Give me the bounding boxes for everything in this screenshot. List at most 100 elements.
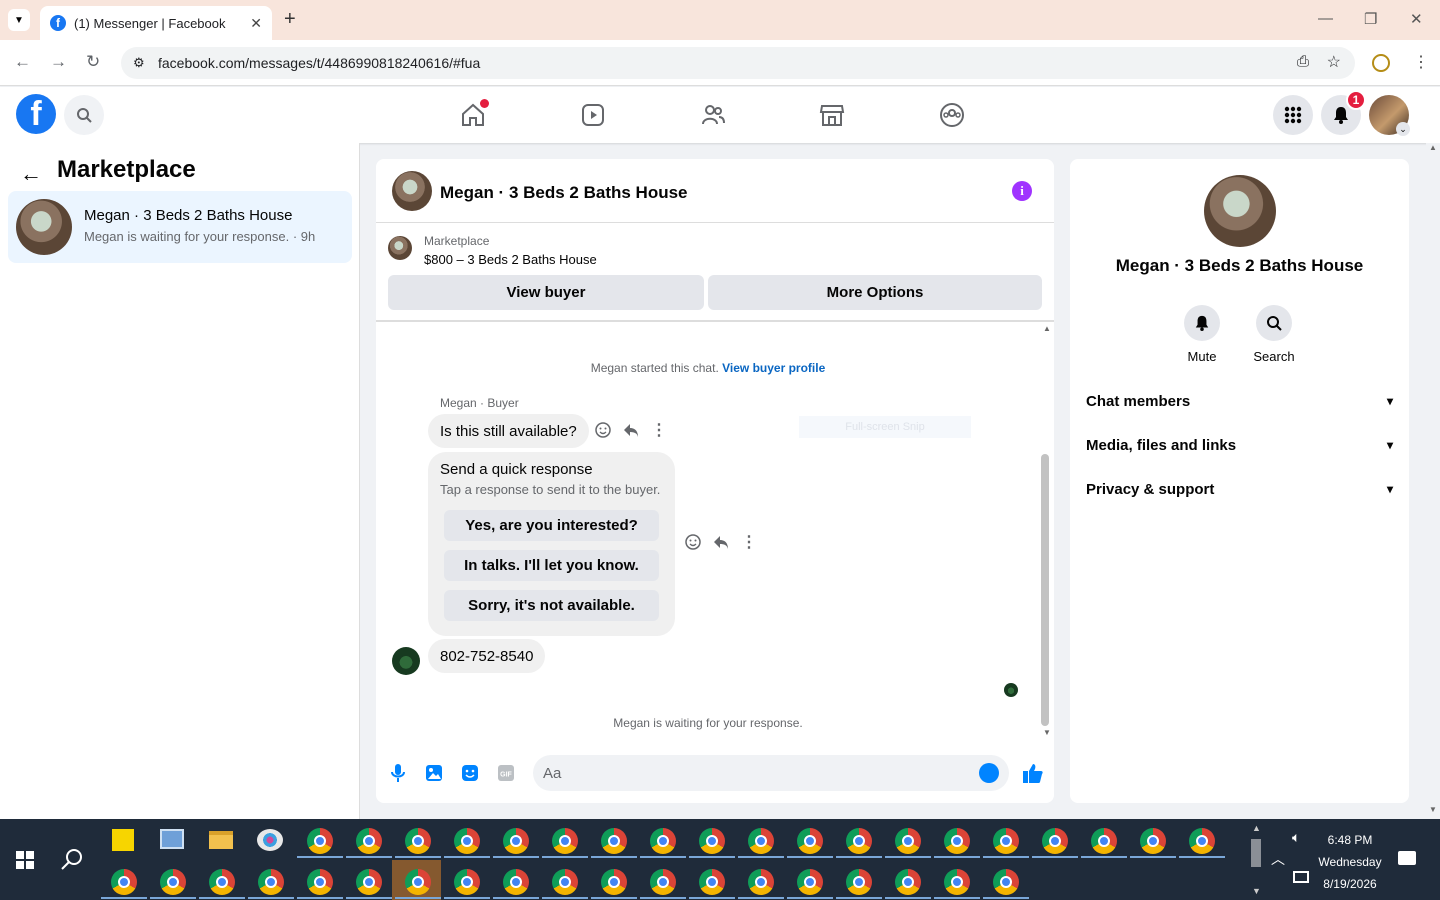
chrome-window-icon[interactable]: [650, 869, 676, 895]
more-icon[interactable]: ⋮: [741, 534, 757, 551]
chrome-window-icon[interactable]: [258, 869, 284, 895]
section-privacy-support[interactable]: Privacy & support ▾: [1086, 477, 1393, 501]
url-field[interactable]: ⚙ facebook.com/messages/t/44869908182406…: [121, 47, 1355, 79]
profile-icon[interactable]: [1372, 54, 1390, 72]
chrome-window-icon[interactable]: [797, 869, 823, 895]
chrome-window-icon[interactable]: [601, 869, 627, 895]
video-nav-icon[interactable]: [579, 101, 607, 129]
gif-icon[interactable]: GIF: [496, 763, 516, 783]
restore-button[interactable]: ❐: [1364, 10, 1377, 28]
chrome-window-icon[interactable]: [748, 869, 774, 895]
info-listing-avatar[interactable]: [1204, 175, 1276, 247]
page-scroll-down-icon[interactable]: ▼: [1429, 805, 1437, 814]
chrome-window-icon[interactable]: [454, 828, 480, 854]
search-action[interactable]: Search: [1244, 305, 1304, 364]
thumbs-up-icon[interactable]: [1021, 761, 1045, 785]
volume-icon[interactable]: 🔈︎: [1292, 829, 1300, 846]
install-app-icon[interactable]: ⎙: [1297, 53, 1309, 70]
quick-reply-button[interactable]: Sorry, it's not available.: [444, 590, 659, 621]
chrome-window-icon[interactable]: [846, 828, 872, 854]
chrome-window-icon[interactable]: [993, 869, 1019, 895]
menu-grid-button[interactable]: [1273, 95, 1313, 135]
section-media-files[interactable]: Media, files and links ▾: [1086, 433, 1393, 457]
chrome-window-icon[interactable]: [356, 828, 382, 854]
thread-list-item[interactable]: Megan · 3 Beds 2 Baths House Megan is wa…: [8, 191, 352, 263]
chrome-window-icon[interactable]: [307, 828, 333, 854]
sender-avatar[interactable]: [392, 647, 420, 675]
taskbar-scroll-up-icon[interactable]: ▲: [1252, 823, 1261, 833]
chrome-window-icon[interactable]: [846, 869, 872, 895]
groups-nav-icon[interactable]: [938, 101, 966, 129]
chrome-window-icon[interactable]: [601, 828, 627, 854]
friends-nav-icon[interactable]: [699, 101, 727, 129]
account-chevron-icon[interactable]: ⌄: [1396, 122, 1410, 136]
section-chat-members[interactable]: Chat members ▾: [1086, 389, 1393, 413]
marketplace-nav-icon[interactable]: [818, 101, 846, 129]
chrome-window-icon[interactable]: [111, 869, 137, 895]
chrome-window-icon[interactable]: [405, 828, 431, 854]
chat-title[interactable]: Megan · 3 Beds 2 Baths House: [440, 183, 688, 203]
tab-search-icon[interactable]: ▼: [8, 9, 30, 31]
chrome-window-icon[interactable]: [748, 828, 774, 854]
show-hidden-icons[interactable]: ︿: [1271, 849, 1285, 869]
chrome-window-icon[interactable]: [699, 869, 725, 895]
photo-icon[interactable]: [424, 763, 444, 783]
microphone-icon[interactable]: [388, 763, 408, 783]
chrome-window-icon[interactable]: [405, 869, 431, 895]
chrome-window-icon[interactable]: [895, 828, 921, 854]
bookmark-star-icon[interactable]: ☆: [1327, 52, 1341, 72]
quick-reply-button[interactable]: Yes, are you interested?: [444, 510, 659, 541]
network-icon[interactable]: [1293, 871, 1309, 883]
chrome-window-icon[interactable]: [699, 828, 725, 854]
chat-listing-avatar[interactable]: [392, 171, 432, 211]
close-window-button[interactable]: ✕: [1410, 10, 1423, 28]
view-buyer-profile-link[interactable]: View buyer profile: [722, 361, 825, 375]
forward-icon[interactable]: →: [50, 52, 67, 72]
browser-menu-icon[interactable]: ⋮: [1413, 52, 1429, 72]
page-scroll-up-icon[interactable]: ▲: [1429, 143, 1437, 152]
scroll-down-icon[interactable]: ▼: [1043, 728, 1051, 737]
chrome-window-icon[interactable]: [552, 869, 578, 895]
message-bubble[interactable]: 802-752-8540: [428, 639, 546, 673]
chrome-window-icon[interactable]: [503, 869, 529, 895]
search-button[interactable]: [64, 95, 104, 135]
notification-center-icon[interactable]: [1398, 851, 1416, 865]
chrome-window-icon[interactable]: [993, 828, 1019, 854]
back-icon[interactable]: ←: [14, 52, 31, 72]
facebook-logo-icon[interactable]: f: [16, 94, 56, 134]
taskbar-search-icon[interactable]: [60, 847, 84, 876]
react-icon[interactable]: [595, 422, 611, 438]
more-icon[interactable]: ⋮: [651, 422, 667, 439]
reload-icon[interactable]: ↻: [86, 52, 100, 72]
back-arrow-icon[interactable]: ←: [20, 161, 42, 187]
message-bubble[interactable]: Is this still available?: [428, 414, 589, 448]
quick-reply-button[interactable]: In talks. I'll let you know.: [444, 550, 659, 581]
chrome-window-icon[interactable]: [650, 828, 676, 854]
chrome-window-icon[interactable]: [454, 869, 480, 895]
message-input[interactable]: Aa: [533, 755, 1009, 791]
chat-scroll-thumb[interactable]: [1041, 454, 1049, 726]
chrome-window-icon[interactable]: [503, 828, 529, 854]
chrome-window-icon[interactable]: [1091, 828, 1117, 854]
view-buyer-button[interactable]: View buyer: [388, 275, 704, 310]
chrome-window-icon[interactable]: [895, 869, 921, 895]
sticker-icon[interactable]: [460, 763, 480, 783]
chrome-window-icon[interactable]: [209, 869, 235, 895]
taskbar-clock[interactable]: 6:48 PM Wednesday 8/19/2026: [1312, 829, 1388, 895]
reply-icon[interactable]: [623, 422, 639, 438]
chrome-window-icon[interactable]: [1140, 828, 1166, 854]
react-icon[interactable]: [685, 534, 701, 550]
chrome-window-icon[interactable]: [797, 828, 823, 854]
chrome-window-icon[interactable]: [160, 869, 186, 895]
chrome-window-icon[interactable]: [552, 828, 578, 854]
browser-tab[interactable]: f (1) Messenger | Facebook ✕: [40, 6, 272, 40]
site-info-icon[interactable]: ⚙: [133, 55, 145, 71]
new-tab-button[interactable]: +: [284, 8, 296, 31]
reply-icon[interactable]: [713, 534, 729, 550]
page-scrollbar[interactable]: ▲ ▼: [1426, 143, 1440, 819]
sticky-notes-icon[interactable]: [112, 829, 134, 851]
file-explorer-icon[interactable]: [209, 831, 233, 849]
close-tab-icon[interactable]: ✕: [250, 15, 262, 32]
chrome-window-icon[interactable]: [944, 869, 970, 895]
chrome-window-icon[interactable]: [944, 828, 970, 854]
